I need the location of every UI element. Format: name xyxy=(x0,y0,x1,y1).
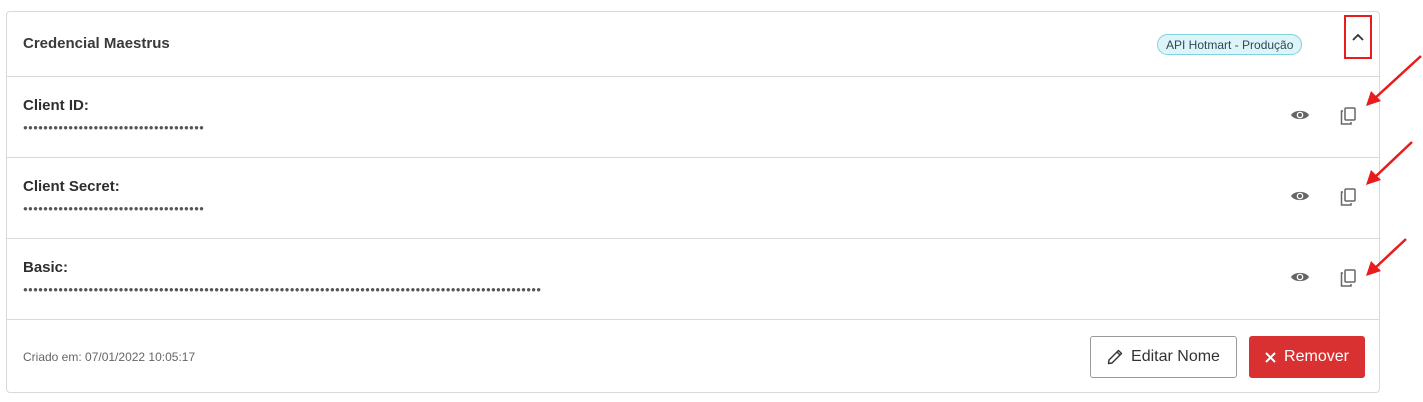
remove-button[interactable]: Remover xyxy=(1249,336,1365,378)
environment-badge: API Hotmart - Produção xyxy=(1157,34,1303,55)
field-label: Client ID: xyxy=(23,97,89,114)
chevron-up-icon xyxy=(1352,33,1364,41)
field-client-id: Client ID: ●●●●●●●●●●●●●●●●●●●●●●●●●●●●●… xyxy=(7,77,1379,158)
created-label: Criado em: xyxy=(23,350,82,364)
pencil-icon xyxy=(1107,349,1123,365)
eye-icon[interactable] xyxy=(1290,108,1310,122)
card-header: Credencial Maestrus API Hotmart - Produç… xyxy=(7,12,1379,77)
remove-label: Remover xyxy=(1284,348,1349,365)
eye-icon[interactable] xyxy=(1290,270,1310,284)
card-footer: Criado em: 07/01/2022 10:05:17 Editar No… xyxy=(7,320,1379,392)
copy-icon[interactable] xyxy=(1340,269,1356,287)
credential-card: Credencial Maestrus API Hotmart - Produç… xyxy=(6,11,1380,393)
edit-name-label: Editar Nome xyxy=(1131,348,1220,365)
created-timestamp: Criado em: 07/01/2022 10:05:17 xyxy=(23,350,195,364)
field-client-secret: Client Secret: ●●●●●●●●●●●●●●●●●●●●●●●●●… xyxy=(7,158,1379,239)
field-label: Client Secret: xyxy=(23,178,120,195)
edit-name-button[interactable]: Editar Nome xyxy=(1090,336,1237,378)
eye-icon[interactable] xyxy=(1290,189,1310,203)
field-masked-value: ●●●●●●●●●●●●●●●●●●●●●●●●●●●●●●●●●●●●●●●●… xyxy=(23,285,542,294)
field-masked-value: ●●●●●●●●●●●●●●●●●●●●●●●●●●●●●●●●●●●● xyxy=(23,123,205,132)
copy-icon[interactable] xyxy=(1340,107,1356,125)
field-masked-value: ●●●●●●●●●●●●●●●●●●●●●●●●●●●●●●●●●●●● xyxy=(23,204,205,213)
field-basic: Basic: ●●●●●●●●●●●●●●●●●●●●●●●●●●●●●●●●●… xyxy=(7,239,1379,320)
copy-icon[interactable] xyxy=(1340,188,1356,206)
card-title: Credencial Maestrus xyxy=(23,35,170,52)
close-icon xyxy=(1265,351,1276,363)
field-label: Basic: xyxy=(23,259,69,276)
created-value: 07/01/2022 10:05:17 xyxy=(85,350,196,364)
annotation-arrow-icon xyxy=(1366,55,1422,106)
annotation-arrow-icon xyxy=(1366,141,1413,185)
annotation-arrow-icon xyxy=(1366,238,1407,276)
